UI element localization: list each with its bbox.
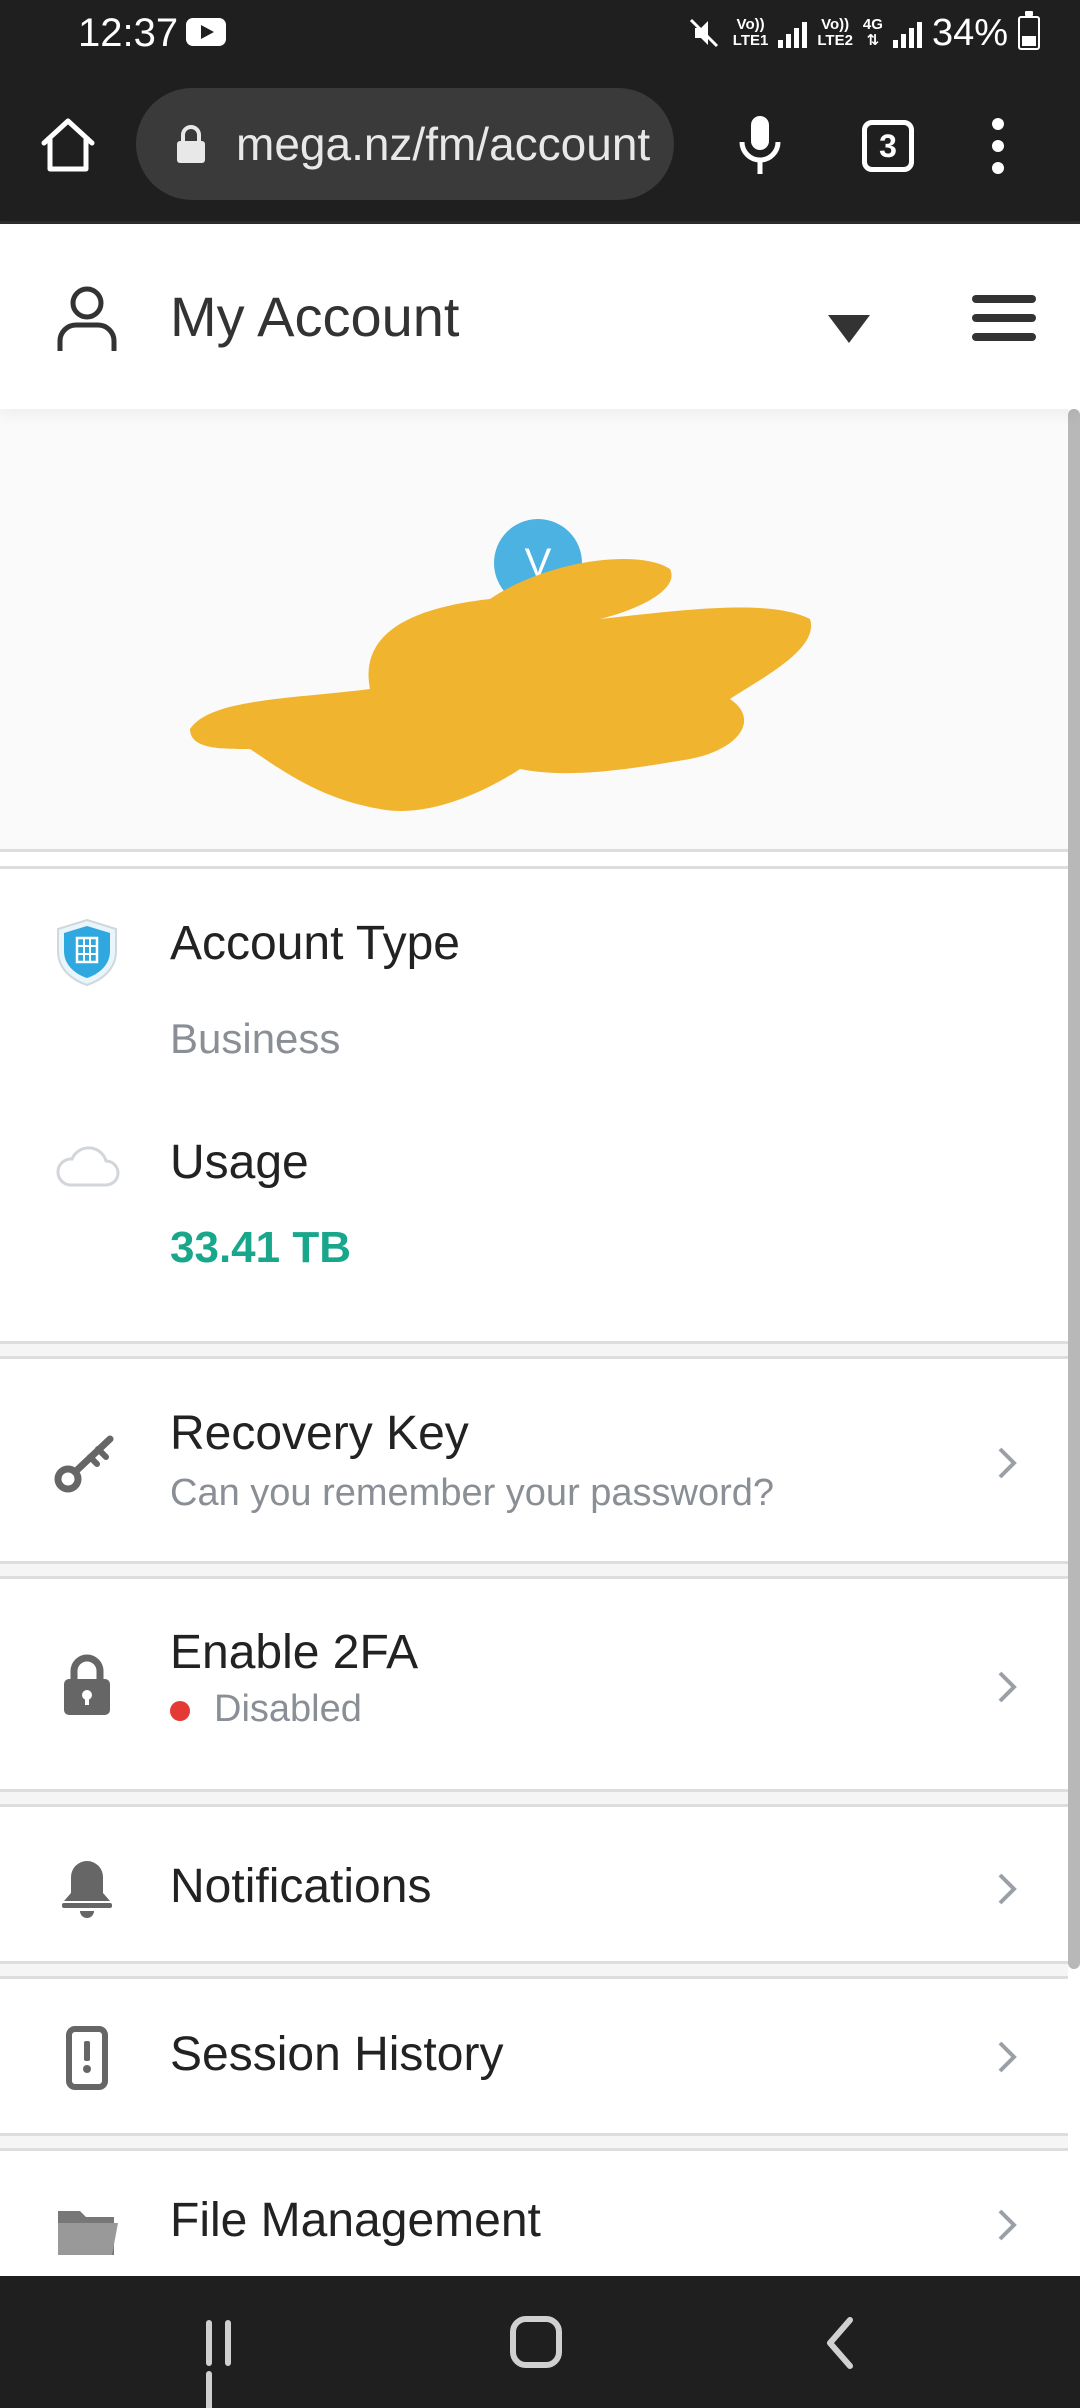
enable-2fa-row[interactable]: Enable 2FA Disabled bbox=[0, 1576, 1068, 1792]
account-type-value: Business bbox=[170, 1015, 341, 1062]
tabs-icon[interactable]: 3 bbox=[862, 120, 914, 172]
status-indicators: Vo)) LTE1 Vo)) LTE2 4G ⇅ 34% bbox=[685, 8, 1040, 58]
folder-icon bbox=[58, 2211, 118, 2255]
lock-icon bbox=[177, 125, 205, 163]
network-2-top: Vo)) bbox=[821, 16, 850, 33]
network-3-top: 4G bbox=[862, 16, 883, 33]
url-text[interactable]: mega.nz/fm/account bbox=[236, 117, 656, 171]
account-type-label: Account Type bbox=[170, 917, 460, 970]
file-management-label: File Management bbox=[170, 2194, 541, 2247]
chevron-right-icon bbox=[992, 1667, 1022, 1707]
redaction-scribble bbox=[190, 559, 812, 811]
app-header: My Account bbox=[0, 227, 1080, 409]
network-2-bottom: LTE2 bbox=[817, 32, 853, 49]
section-gap bbox=[0, 2136, 1068, 2148]
home-button-icon[interactable] bbox=[510, 2316, 562, 2368]
dropdown-icon[interactable] bbox=[826, 307, 872, 347]
signal-icon bbox=[778, 18, 808, 48]
cloud-icon bbox=[56, 1146, 120, 1187]
recovery-key-row[interactable]: Recovery Key Can you remember your passw… bbox=[0, 1356, 1068, 1564]
chevron-right-icon bbox=[992, 2037, 1022, 2077]
network-1-top: Vo)) bbox=[736, 16, 765, 33]
section-gap bbox=[0, 1344, 1068, 1356]
navigation-bar bbox=[0, 2276, 1080, 2408]
padlock-icon bbox=[64, 1654, 110, 1715]
network-2: Vo)) LTE2 bbox=[817, 17, 853, 49]
signal-icon bbox=[892, 18, 922, 48]
key-icon bbox=[54, 1435, 114, 1493]
profile-section: V bbox=[0, 409, 1068, 852]
battery-icon bbox=[1018, 11, 1040, 50]
home-icon[interactable] bbox=[38, 115, 98, 175]
hamburger-icon[interactable] bbox=[972, 295, 1036, 345]
network-1-bottom: LTE1 bbox=[732, 32, 769, 49]
session-history-row[interactable]: Session History bbox=[0, 1976, 1068, 2136]
more-icon[interactable] bbox=[986, 118, 1010, 176]
section-gap bbox=[0, 1792, 1068, 1804]
usage-label: Usage bbox=[170, 1136, 309, 1189]
notifications-row[interactable]: Notifications bbox=[0, 1804, 1068, 1964]
chevron-right-icon bbox=[992, 1869, 1022, 1909]
scrollbar[interactable] bbox=[1068, 409, 1080, 1969]
mic-icon[interactable] bbox=[736, 114, 784, 178]
url-bar[interactable]: mega.nz/fm/account bbox=[136, 88, 674, 200]
recents-icon[interactable] bbox=[206, 2320, 256, 2408]
status-bar: 12:37 Vo)) LTE1 Vo)) LTE2 4G ⇅ 34% bbox=[0, 0, 1080, 66]
network-3-bottom: ⇅ bbox=[866, 32, 880, 49]
device-alert-icon bbox=[66, 2026, 108, 2090]
browser-toolbar: mega.nz/fm/account 3 bbox=[0, 66, 1080, 224]
youtube-notification-icon bbox=[186, 18, 226, 46]
page-title: My Account bbox=[170, 285, 460, 348]
usage-value: 33.41 TB bbox=[170, 1223, 351, 1272]
shield-icon bbox=[57, 918, 117, 987]
user-icon[interactable] bbox=[56, 283, 118, 353]
session-history-label: Session History bbox=[170, 2028, 504, 2081]
notifications-label: Notifications bbox=[170, 1860, 432, 1913]
account-info-card: Account Type Business Usage 33.41 TB bbox=[0, 866, 1068, 1344]
enable-2fa-status-text: Disabled bbox=[214, 1688, 362, 1730]
section-gap bbox=[0, 1964, 1068, 1976]
network-1: Vo)) LTE1 bbox=[733, 17, 769, 49]
back-icon[interactable] bbox=[820, 2314, 860, 2372]
section-gap bbox=[0, 1564, 1068, 1576]
status-time: 12:37 bbox=[78, 11, 179, 55]
enable-2fa-status: Disabled bbox=[170, 1685, 362, 1733]
chevron-right-icon bbox=[992, 1443, 1022, 1483]
network-3: 4G ⇅ bbox=[863, 17, 883, 49]
recovery-key-subtitle: Can you remember your password? bbox=[170, 1472, 775, 1514]
recovery-key-title: Recovery Key bbox=[170, 1407, 469, 1460]
status-dot-icon bbox=[170, 1700, 190, 1721]
bell-icon bbox=[62, 1861, 112, 1918]
battery-percent: 34% bbox=[931, 12, 1008, 54]
chevron-right-icon bbox=[992, 2205, 1022, 2245]
enable-2fa-title: Enable 2FA bbox=[170, 1626, 419, 1679]
mute-icon bbox=[689, 18, 718, 48]
